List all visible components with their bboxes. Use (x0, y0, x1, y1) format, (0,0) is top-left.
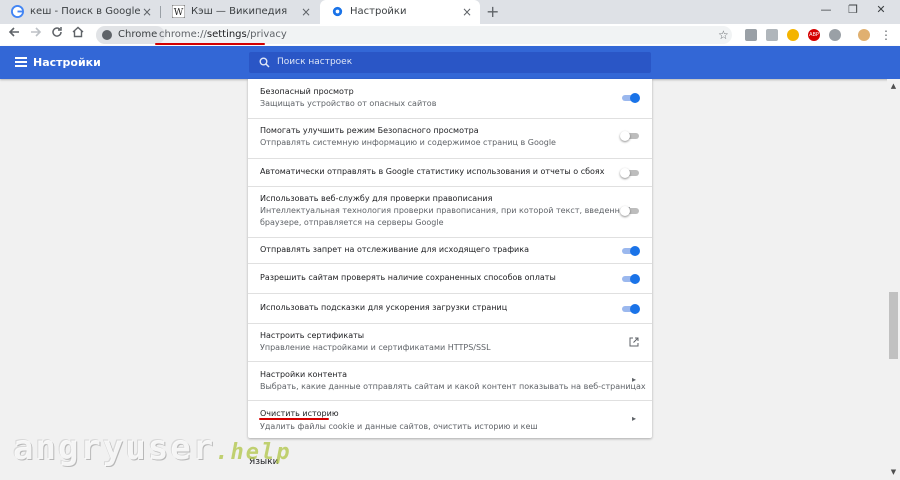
toggle-switch[interactable] (620, 91, 640, 105)
tab-strip: кеш - Поиск в Google × W Кэш — Википедия… (0, 0, 900, 24)
toggle-switch[interactable] (620, 204, 640, 218)
setting-content-settings[interactable]: Настройки контента Выбрать, какие данные… (248, 361, 652, 400)
settings-header: Настройки Поиск настроек (0, 46, 900, 79)
chip-label: Chrome (118, 29, 158, 40)
back-arrow-icon (8, 27, 19, 37)
setting-payment-methods[interactable]: Разрешить сайтам проверять наличие сохра… (248, 263, 652, 293)
setting-subtitle: Выбрать, какие данные отправлять сайтам … (260, 382, 646, 391)
back-button[interactable] (4, 25, 24, 45)
extension-document-icon[interactable] (766, 29, 778, 41)
setting-title: Помогать улучшить режим Безопасного прос… (260, 126, 479, 135)
setting-prediction-service[interactable]: Использовать подсказки для ускорения заг… (248, 293, 652, 323)
setting-title: Безопасный просмотр (260, 87, 354, 96)
clear-history-highlight-underline (259, 418, 329, 420)
toggle-switch[interactable] (620, 129, 640, 143)
search-field[interactable]: Поиск настроек (249, 52, 651, 73)
setting-subtitle-line2: браузере, отправляется на серверы Google (260, 218, 444, 227)
setting-usage-statistics[interactable]: Автоматически отправлять в Google статис… (248, 158, 652, 186)
setting-spell-check-service[interactable]: Использовать веб-службу для проверки пра… (248, 186, 652, 237)
adblock-icon[interactable]: ABP (808, 29, 820, 41)
tab-title: кеш - Поиск в Google (30, 6, 141, 17)
profile-avatar-icon[interactable] (858, 29, 870, 41)
reload-button[interactable] (47, 25, 67, 45)
url-subpath: /privacy (246, 29, 287, 40)
setting-subtitle: Управление настройками и сертификатами H… (260, 343, 491, 352)
setting-title: Автоматически отправлять в Google статис… (260, 167, 605, 176)
setting-manage-certificates[interactable]: Настроить сертификаты Управление настрой… (248, 323, 652, 361)
reload-icon (52, 27, 62, 37)
browser-toolbar: Chrome chrome://settings/privacy ☆ ABP ⋮ (0, 24, 900, 46)
setting-title: Настроить сертификаты (260, 331, 365, 340)
search-icon (259, 57, 270, 68)
setting-title: Разрешить сайтам проверять наличие сохра… (260, 273, 556, 282)
forward-button[interactable] (26, 25, 46, 45)
privacy-settings-card: Безопасный просмотр Защищать устройство … (248, 79, 652, 438)
scroll-down-arrow-icon[interactable]: ▼ (887, 468, 900, 476)
home-button[interactable] (68, 25, 88, 45)
tab-wikipedia[interactable]: W Кэш — Википедия × (161, 0, 319, 24)
wikipedia-icon: W (172, 5, 185, 18)
setting-subtitle: Отправлять системную информацию и содерж… (260, 138, 556, 147)
chevron-right-icon: ▸ (631, 414, 636, 423)
setting-improve-safe-browsing[interactable]: Помогать улучшить режим Безопасного прос… (248, 118, 652, 158)
url-text: chrome://settings/privacy (159, 26, 287, 44)
setting-title: Использовать подсказки для ускорения заг… (260, 303, 508, 312)
toggle-switch[interactable] (620, 302, 640, 316)
svg-text:W: W (174, 7, 184, 18)
setting-subtitle: Интеллектуальная технология проверки пра… (260, 206, 639, 215)
tab-close-button[interactable]: × (301, 0, 311, 24)
open-in-new-icon[interactable] (629, 337, 639, 347)
gear-icon (332, 6, 343, 17)
maximize-button[interactable]: ❐ (840, 0, 866, 20)
scroll-up-arrow-icon[interactable]: ▲ (887, 82, 900, 90)
close-window-button[interactable]: ✕ (868, 0, 894, 20)
home-icon (72, 26, 84, 38)
setting-title: Отправлять запрет на отслеживание для ис… (260, 245, 529, 254)
toggle-switch[interactable] (620, 244, 640, 258)
address-bar[interactable]: Chrome chrome://settings/privacy ☆ (96, 26, 732, 45)
tab-close-button[interactable]: × (142, 0, 152, 24)
page-title: Настройки (33, 56, 101, 69)
setting-subtitle: Защищать устройство от опасных сайтов (260, 99, 437, 108)
new-tab-button[interactable]: + (486, 0, 499, 24)
extension-globe-icon[interactable] (829, 29, 841, 41)
forward-arrow-icon (31, 27, 42, 37)
bookmark-star-icon[interactable]: ☆ (718, 26, 729, 44)
setting-safe-browsing[interactable]: Безопасный просмотр Защищать устройство … (248, 79, 652, 118)
minimize-button[interactable]: — (813, 0, 839, 20)
page-scrollbar[interactable]: ▲ ▼ (887, 79, 900, 480)
watermark-suffix: .help (215, 440, 292, 465)
site-watermark: angryuser.help (13, 428, 291, 468)
tab-google-search[interactable]: кеш - Поиск в Google × (0, 0, 160, 24)
url-path: settings (206, 29, 247, 40)
url-scheme: chrome:// (159, 29, 207, 40)
site-info-chip[interactable]: Chrome (96, 26, 166, 44)
setting-title: Очистить историю (260, 409, 339, 418)
search-placeholder: Поиск настроек (277, 57, 353, 67)
tab-settings[interactable]: Настройки × (320, 0, 480, 24)
chrome-icon (102, 30, 112, 40)
setting-subtitle: Удалить файлы cookie и данные сайтов, оч… (260, 422, 538, 431)
setting-do-not-track[interactable]: Отправлять запрет на отслеживание для ис… (248, 237, 652, 263)
google-icon (11, 5, 24, 18)
watermark-main: angryuser (13, 428, 216, 468)
menu-icon[interactable] (15, 57, 27, 67)
toggle-switch[interactable] (620, 166, 640, 180)
setting-clear-browsing-data[interactable]: Очистить историю Удалить файлы cookie и … (248, 400, 652, 438)
extension-coin-icon[interactable] (787, 29, 799, 41)
setting-title: Использовать веб-службу для проверки пра… (260, 194, 493, 203)
toggle-switch[interactable] (620, 272, 640, 286)
scrollbar-thumb[interactable] (889, 292, 898, 359)
url-highlight-underline (155, 43, 265, 45)
tab-title: Настройки (350, 6, 407, 17)
tab-close-button[interactable]: × (462, 0, 472, 24)
extension-puzzle-icon[interactable] (745, 29, 757, 41)
setting-title: Настройки контента (260, 370, 348, 379)
chevron-right-icon: ▸ (631, 375, 636, 384)
chrome-menu-button[interactable]: ⋮ (880, 24, 892, 46)
tab-title: Кэш — Википедия (191, 6, 288, 17)
